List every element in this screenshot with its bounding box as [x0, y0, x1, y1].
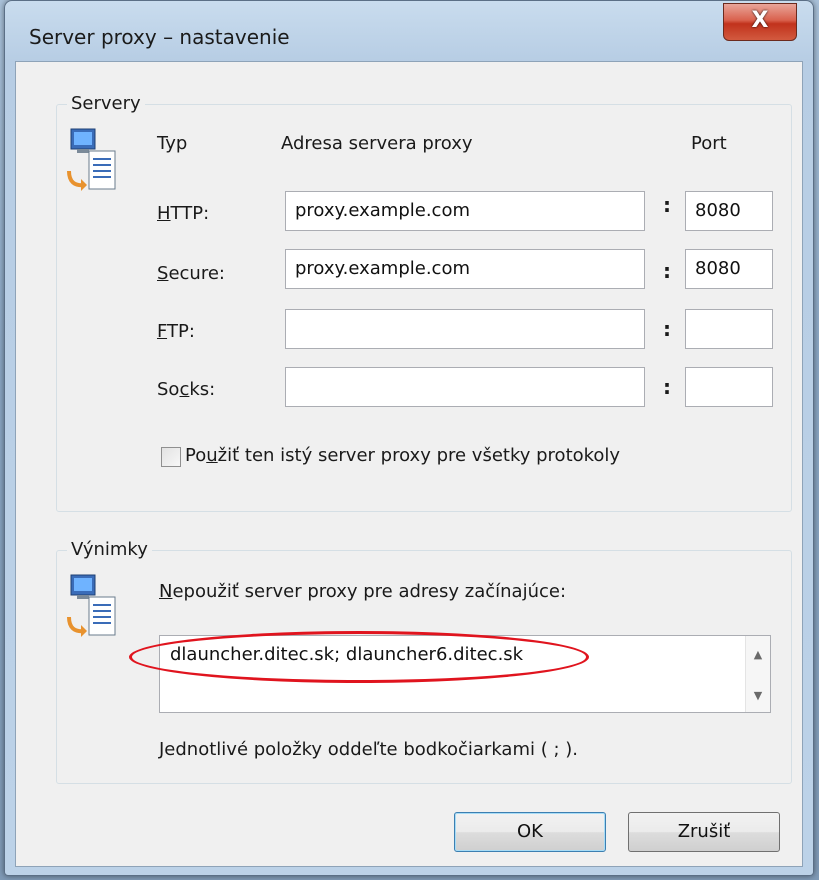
exceptions-hint: Jednotlivé položky oddeľte bodkočiarkami… — [159, 739, 578, 760]
close-button[interactable]: X — [723, 3, 797, 41]
secure-colon: : — [663, 259, 671, 283]
secure-label: Secure: — [157, 263, 225, 284]
proxy-settings-dialog: Server proxy – nastavenie X Servery Typ … — [4, 0, 814, 876]
ok-button[interactable]: OK — [454, 812, 606, 852]
exceptions-scrollbar[interactable]: ▲ ▼ — [745, 636, 770, 712]
same-proxy-label[interactable]: Použiť ten istý server proxy pre všetky … — [185, 445, 620, 466]
socks-colon: : — [663, 375, 671, 399]
secure-port-input[interactable]: 8080 — [685, 249, 773, 289]
network-computer-icon — [67, 574, 116, 637]
highlight-ellipse — [129, 631, 589, 683]
http-colon: : — [663, 193, 671, 217]
exceptions-group: Výnimky Nepoužiť server proxy pre adresy… — [56, 539, 792, 784]
column-address-header: Adresa servera proxy — [281, 133, 473, 154]
scroll-up-arrow-icon[interactable]: ▲ — [746, 648, 770, 661]
socks-port-input[interactable] — [685, 367, 773, 407]
network-computer-icon — [67, 128, 116, 191]
ftp-address-input[interactable] — [285, 309, 645, 349]
exceptions-group-title: Výnimky — [67, 539, 152, 560]
ftp-port-input[interactable] — [685, 309, 773, 349]
http-address-input[interactable]: proxy.example.com — [285, 191, 645, 231]
http-port-input[interactable]: 8080 — [685, 191, 773, 231]
window-title: Server proxy – nastavenie — [29, 25, 290, 49]
secure-address-input[interactable]: proxy.example.com — [285, 249, 645, 289]
exceptions-label: Nepoužiť server proxy pre adresy začínaj… — [159, 581, 567, 602]
ftp-label: FTP: — [157, 321, 195, 342]
cancel-button[interactable]: Zrušiť — [628, 812, 780, 852]
column-type-header: Typ — [157, 133, 188, 154]
socks-address-input[interactable] — [285, 367, 645, 407]
same-proxy-checkbox[interactable] — [161, 447, 181, 467]
servers-group-title: Servery — [67, 93, 145, 114]
ftp-colon: : — [663, 317, 671, 341]
dialog-client-area: Servery Typ Adresa servera proxy Port HT… — [15, 61, 803, 867]
socks-label: Socks: — [157, 379, 216, 400]
column-port-header: Port — [691, 133, 727, 154]
http-label: HTTP: — [157, 203, 210, 224]
servers-group: Servery Typ Adresa servera proxy Port HT… — [56, 93, 792, 512]
scroll-down-arrow-icon[interactable]: ▼ — [746, 689, 770, 702]
